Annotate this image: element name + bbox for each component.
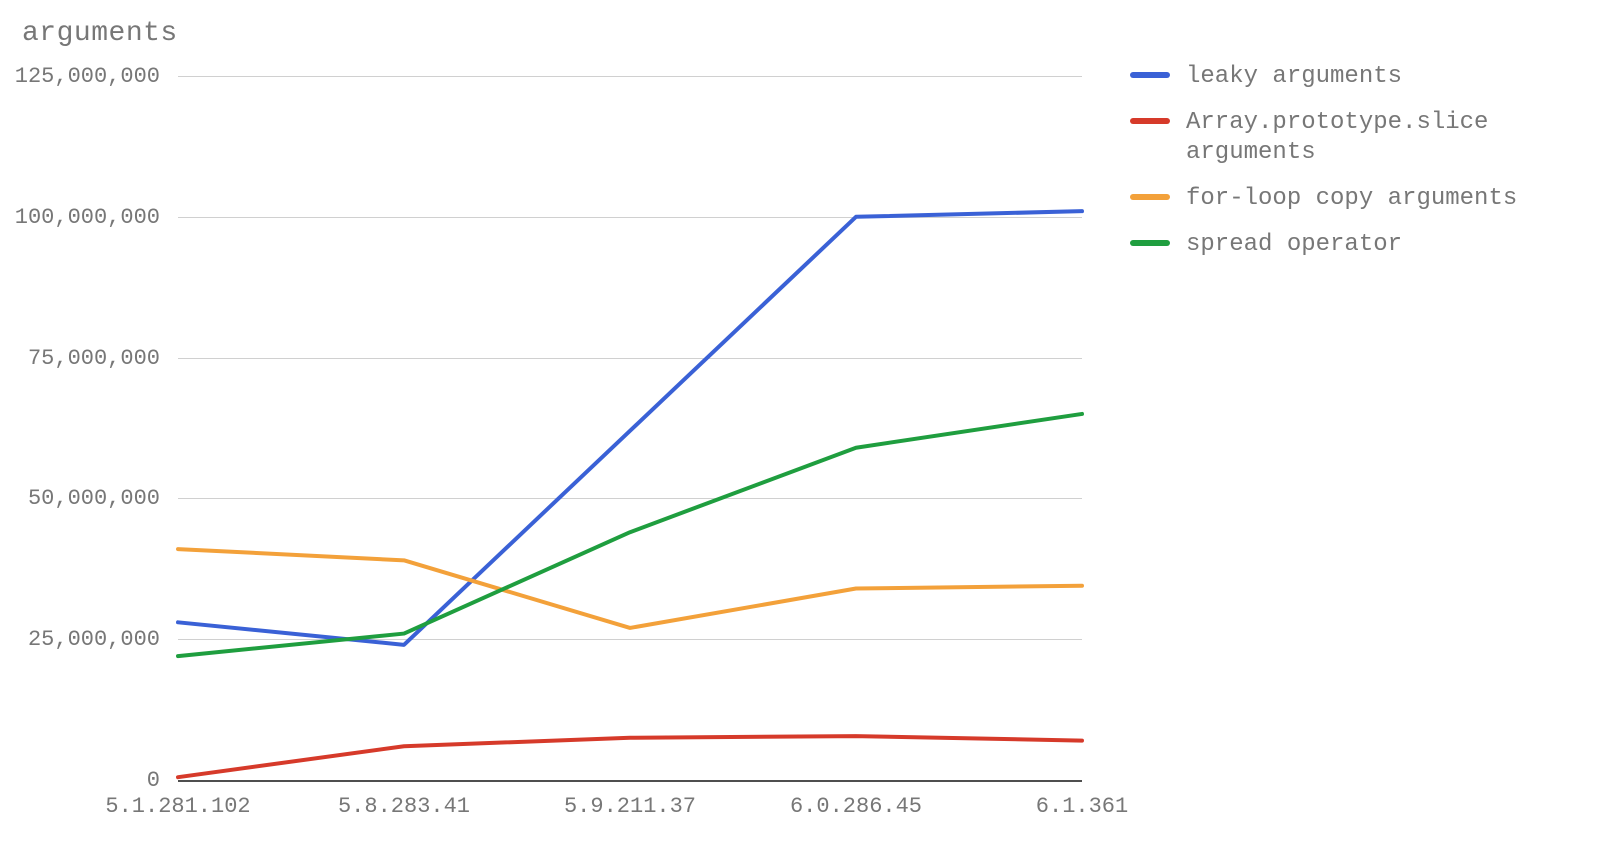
legend-label: spread operator [1186,230,1402,260]
series-line [178,211,1082,645]
x-tick-label: 5.1.281.102 [105,794,250,819]
x-tick-label: 6.1.361 [1036,794,1128,819]
legend-item: leaky arguments [1130,62,1517,92]
legend-label: leaky arguments [1186,62,1402,92]
legend-swatch [1130,194,1170,200]
legend-swatch [1130,118,1170,124]
x-tick-label: 6.0.286.45 [790,794,922,819]
legend-swatch [1130,72,1170,78]
series-line [178,736,1082,777]
legend-item: for-loop copy arguments [1130,184,1517,214]
legend-item: spread operator [1130,230,1517,260]
x-tick-label: 5.9.211.37 [564,794,696,819]
legend-label: Array.prototype.slice arguments [1186,108,1488,168]
series-line [178,414,1082,656]
x-tick-label: 5.8.283.41 [338,794,470,819]
legend-item: Array.prototype.slice arguments [1130,108,1517,168]
chart-container: arguments 025,000,00050,000,00075,000,00… [0,0,1600,858]
legend-swatch [1130,240,1170,246]
legend-label: for-loop copy arguments [1186,184,1517,214]
legend: leaky arguments Array.prototype.slice arg… [1130,62,1517,276]
series-line [178,549,1082,628]
